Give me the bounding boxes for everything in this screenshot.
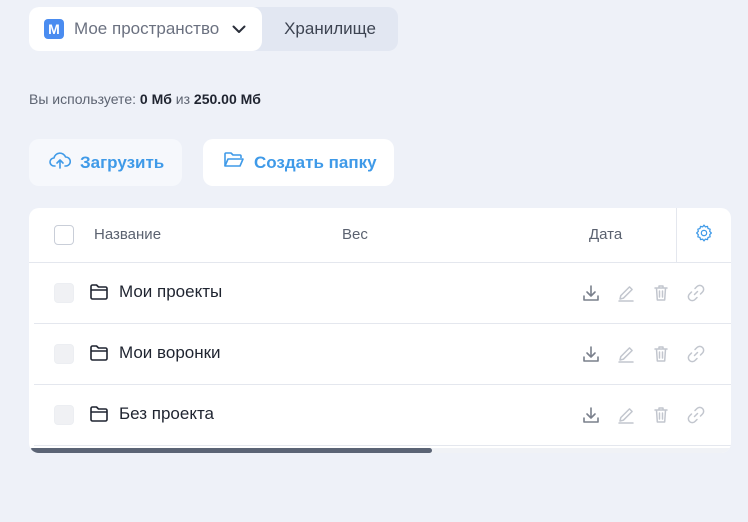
- space-name: Мое пространство: [74, 19, 220, 38]
- usage-used: 0 Мб: [139, 91, 172, 107]
- row-actions: [581, 282, 721, 304]
- download-icon[interactable]: [581, 282, 616, 304]
- row-checkbox[interactable]: [54, 344, 74, 364]
- horizontal-scrollbar[interactable]: [29, 448, 731, 453]
- pencil-icon[interactable]: [616, 282, 651, 304]
- table-row[interactable]: Мои воронки: [34, 324, 731, 385]
- trash-icon[interactable]: [651, 404, 686, 426]
- space-select[interactable]: М Мое пространство: [29, 7, 262, 51]
- table-row[interactable]: Без проекта: [34, 385, 731, 446]
- select-all-checkbox[interactable]: [54, 225, 74, 245]
- trash-icon[interactable]: [651, 282, 686, 304]
- files-table: Название Вес Дата Мои проекты Мои воронк…: [29, 208, 731, 453]
- row-checkbox[interactable]: [54, 405, 74, 425]
- table-settings-button[interactable]: [676, 208, 731, 263]
- row-name[interactable]: Без проекта: [119, 404, 214, 424]
- chevron-down-icon: [232, 25, 246, 34]
- upload-button[interactable]: Загрузить: [29, 139, 182, 186]
- table-header: Название Вес Дата: [29, 208, 731, 263]
- folder-icon: [89, 344, 109, 367]
- link-icon[interactable]: [686, 404, 721, 426]
- workspace-switcher: М Мое пространство Хранилище: [29, 7, 398, 51]
- folder-open-icon: [223, 151, 254, 174]
- pencil-icon[interactable]: [616, 343, 651, 365]
- row-actions: [581, 343, 721, 365]
- table-row[interactable]: Мои проекты: [34, 263, 731, 324]
- pencil-icon[interactable]: [616, 404, 651, 426]
- space-badge: М: [44, 19, 64, 39]
- gear-icon: [694, 223, 714, 248]
- column-weight[interactable]: Вес: [342, 226, 368, 243]
- row-checkbox[interactable]: [54, 283, 74, 303]
- folder-icon: [89, 405, 109, 428]
- download-icon[interactable]: [581, 404, 616, 426]
- column-date[interactable]: Дата: [589, 226, 622, 243]
- link-icon[interactable]: [686, 282, 721, 304]
- download-icon[interactable]: [581, 343, 616, 365]
- usage-prefix: Вы используете:: [29, 91, 136, 107]
- scrollbar-thumb[interactable]: [30, 448, 432, 453]
- trash-icon[interactable]: [651, 343, 686, 365]
- row-actions: [581, 404, 721, 426]
- row-name[interactable]: Мои воронки: [119, 343, 221, 363]
- usage-info: Вы используете: 0 Мб из 250.00 Мб: [29, 91, 261, 107]
- create-folder-button[interactable]: Создать папку: [203, 139, 394, 186]
- tab-storage[interactable]: Хранилище: [262, 19, 398, 39]
- create-folder-label: Создать папку: [254, 152, 377, 172]
- storage-page: М Мое пространство Хранилище Вы использу…: [0, 0, 748, 522]
- usage-of: из: [175, 91, 191, 107]
- link-icon[interactable]: [686, 343, 721, 365]
- row-name[interactable]: Мои проекты: [119, 282, 222, 302]
- cloud-upload-icon: [49, 151, 80, 174]
- usage-total: 250.00 Мб: [193, 91, 261, 107]
- column-name[interactable]: Название: [94, 226, 161, 243]
- folder-icon: [89, 283, 109, 306]
- upload-label: Загрузить: [80, 152, 165, 172]
